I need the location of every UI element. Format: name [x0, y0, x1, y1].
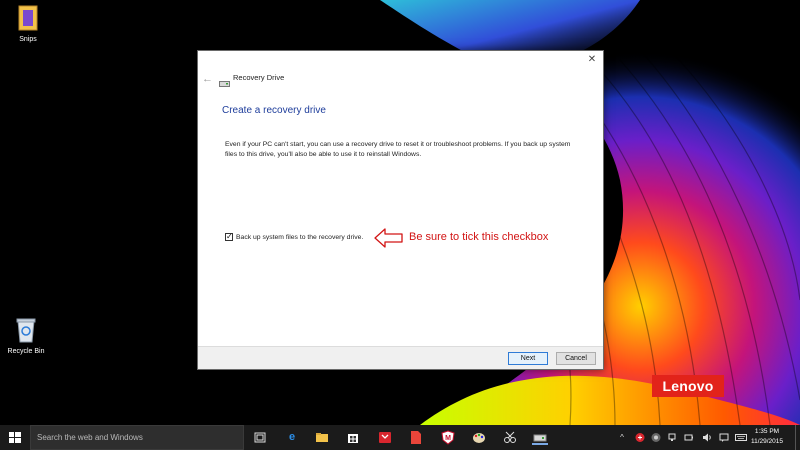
show-hidden-icons-chevron-up-icon[interactable]: ^	[617, 432, 627, 443]
volume-tray-icon[interactable]	[702, 432, 712, 443]
windows-logo-icon	[9, 432, 21, 443]
snipping-tool-icon[interactable]	[502, 430, 518, 445]
next-button[interactable]: Next	[508, 352, 548, 365]
backup-checkbox-row[interactable]: ✓ Back up system files to the recovery d…	[225, 231, 363, 243]
network-tray-icon[interactable]	[667, 432, 677, 443]
desktop-icon-recycle-bin[interactable]: Recycle Bin	[0, 316, 52, 355]
desktop-icon-label: Recycle Bin	[7, 348, 45, 355]
cancel-button[interactable]: Cancel	[556, 352, 596, 365]
clock-date: 11/29/2015	[750, 438, 784, 445]
svg-text:M: M	[445, 435, 451, 442]
checkmark-icon: ✓	[226, 232, 233, 241]
recycle-bin-icon	[0, 316, 52, 346]
show-desktop-button[interactable]	[795, 425, 800, 450]
title-bar[interactable]: ✕	[198, 51, 603, 71]
action-center-icon[interactable]	[719, 432, 729, 443]
clock-time: 1:35 PM	[754, 428, 780, 435]
back-arrow-icon[interactable]: ←	[202, 72, 216, 86]
taskbar-clock[interactable]: 1:35 PM 11/29/2015	[748, 427, 786, 447]
checkbox-label[interactable]: Back up system files to the recovery dri…	[236, 234, 363, 241]
file-explorer-icon[interactable]	[314, 430, 330, 445]
antivirus-tray-icon[interactable]	[635, 432, 645, 443]
backup-system-files-checkbox[interactable]: ✓	[225, 232, 233, 241]
app-red-icon[interactable]	[377, 430, 393, 445]
taskbar: Search the web and Windows e M ^ 1:35 PM…	[0, 425, 800, 450]
bluetooth-tray-icon[interactable]	[651, 432, 661, 443]
pdf-icon[interactable]	[408, 430, 424, 445]
nav-title: Recovery Drive	[233, 73, 285, 82]
desktop-icon-label: Snips	[19, 36, 37, 43]
desktop-icon-snips[interactable]: Snips	[2, 4, 54, 43]
battery-tray-icon[interactable]	[684, 432, 694, 443]
task-view-icon[interactable]	[252, 430, 268, 445]
page-title: Create a recovery drive	[222, 105, 326, 116]
edge-icon[interactable]: e	[284, 430, 300, 445]
taskbar-search-input[interactable]: Search the web and Windows	[30, 425, 244, 450]
drive-icon	[219, 75, 230, 93]
start-button[interactable]	[0, 425, 30, 450]
paint-icon[interactable]	[471, 430, 487, 445]
annotation-text: Be sure to tick this checkbox	[409, 231, 549, 243]
store-icon[interactable]	[345, 430, 361, 445]
keyboard-tray-icon[interactable]	[735, 432, 747, 443]
dialog-footer: Next Cancel	[198, 346, 603, 369]
recovery-drive-icon[interactable]	[532, 430, 548, 445]
folder-icon	[2, 4, 54, 34]
close-icon[interactable]: ✕	[585, 53, 599, 67]
description-text: Even if your PC can't start, you can use…	[225, 141, 571, 158]
recovery-drive-dialog: ✕ ← Recovery Drive Create a recovery dri…	[197, 50, 604, 370]
nav-row: ← Recovery Drive	[198, 71, 603, 89]
lenovo-logo: Lenovo	[652, 375, 724, 397]
annotation-arrow-icon	[374, 228, 404, 253]
mcafee-icon[interactable]: M	[440, 430, 456, 445]
